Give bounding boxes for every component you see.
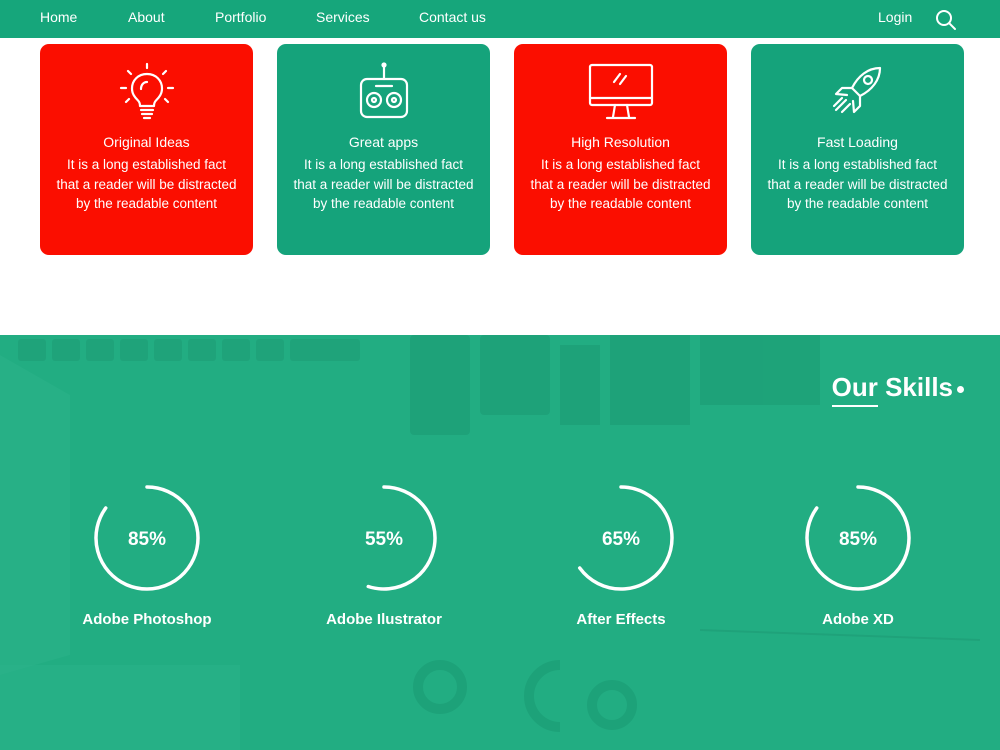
search-icon[interactable] <box>934 8 958 32</box>
feature-description: It is a long established fact that a rea… <box>56 157 237 211</box>
login-link[interactable]: Login <box>878 9 912 25</box>
skill-percent: 65% <box>601 529 641 550</box>
heading-rest: Skills <box>877 372 953 402</box>
feature-card-great-apps: Great apps It is a long established fact… <box>277 44 490 255</box>
feature-title: Great apps <box>348 134 419 150</box>
nav-services[interactable]: Services <box>316 9 370 25</box>
feature-description: It is a long established fact that a rea… <box>767 157 948 211</box>
skill-item: 65% After Effects <box>501 485 741 635</box>
top-navbar: Home About Portfolio Services Contact us… <box>0 0 1000 38</box>
monitor-icon <box>514 62 727 122</box>
nav-home[interactable]: Home <box>40 9 77 25</box>
feature-card-high-resolution: High Resolution It is a long established… <box>514 44 727 255</box>
feature-title: Fast Loading <box>817 134 898 150</box>
skill-item: 85% Adobe XD <box>738 485 978 635</box>
remote-control-icon <box>277 62 490 122</box>
skill-item: 85% Adobe Photoshop <box>27 485 267 635</box>
skill-name: Adobe Photoshop <box>82 611 212 628</box>
feature-title: Original Ideas <box>103 134 190 150</box>
feature-cards: Original Ideas It is a long established … <box>0 44 1000 256</box>
rocket-icon <box>751 62 964 122</box>
feature-description: It is a long established fact that a rea… <box>293 157 474 211</box>
feature-description: It is a long established fact that a rea… <box>530 157 711 211</box>
feature-card-original-ideas: Original Ideas It is a long established … <box>40 44 253 255</box>
nav-about[interactable]: About <box>128 9 165 25</box>
section-heading: Our Skills <box>831 372 964 407</box>
skill-name: Adobe Ilustrator <box>326 611 442 628</box>
skill-percent: 85% <box>838 529 878 550</box>
skill-percent: 85% <box>127 529 167 550</box>
nav-contact-us[interactable]: Contact us <box>419 9 486 25</box>
feature-title: High Resolution <box>571 134 670 150</box>
skill-item: 55% Adobe Ilustrator <box>264 485 504 635</box>
skill-name: Adobe XD <box>822 611 894 628</box>
skills-section: Our Skills 85% Adobe Photoshop 55% Adobe… <box>0 335 1000 750</box>
skill-name: After Effects <box>576 611 666 628</box>
heading-underlined-word: Our <box>831 372 878 407</box>
lightbulb-icon <box>40 62 253 122</box>
feature-card-fast-loading: Fast Loading It is a long established fa… <box>751 44 964 255</box>
skill-percent: 55% <box>364 529 404 550</box>
heading-dot <box>957 385 964 393</box>
nav-portfolio[interactable]: Portfolio <box>215 9 266 25</box>
